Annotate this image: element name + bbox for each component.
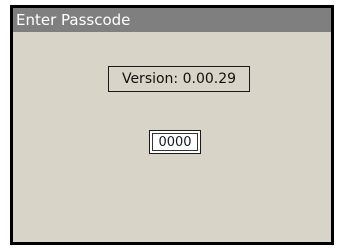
- window-title: Enter Passcode: [16, 11, 131, 29]
- dialog-screen: Enter Passcode Version: 0.00.29 0000: [13, 8, 331, 242]
- version-label-box: Version: 0.00.29: [108, 66, 250, 92]
- passcode-field[interactable]: 0000: [149, 130, 201, 154]
- passcode-value: 0000: [158, 134, 192, 150]
- device-frame: Enter Passcode Version: 0.00.29 0000: [10, 5, 334, 245]
- version-text: Version: 0.00.29: [121, 71, 237, 87]
- title-bar: Enter Passcode: [13, 8, 331, 32]
- passcode-value-box[interactable]: 0000: [152, 133, 198, 151]
